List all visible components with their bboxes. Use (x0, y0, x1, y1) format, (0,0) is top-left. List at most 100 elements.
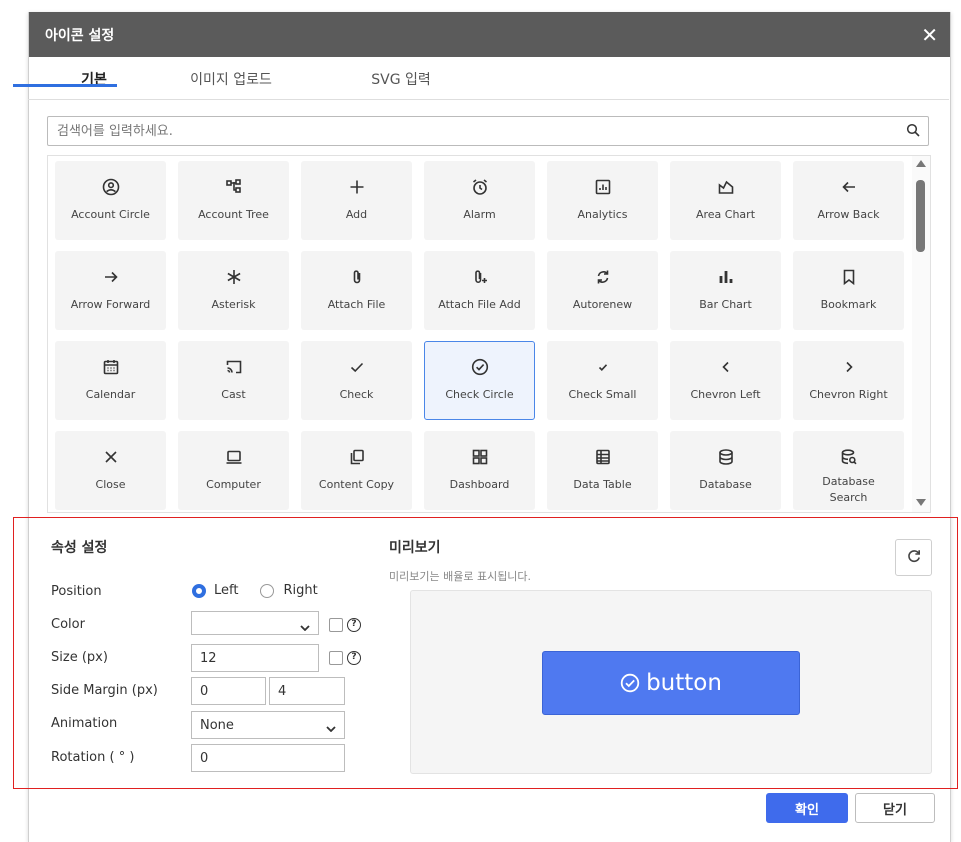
icon-grid-item[interactable]: Chevron Left (670, 341, 781, 420)
check-small-icon (593, 356, 613, 378)
icon-grid-scrollbar[interactable] (912, 156, 930, 512)
side-margin-right-input[interactable]: 4 (269, 677, 345, 705)
size-value: 12 (200, 650, 217, 666)
scroll-up-arrow-icon[interactable] (916, 160, 926, 167)
icon-grid-item-label: Close (95, 478, 126, 491)
icon-grid-item-label: Database (699, 478, 752, 491)
icon-grid-item[interactable]: Computer (178, 431, 289, 510)
preview-button[interactable]: button (542, 651, 800, 715)
icon-grid-item-label: Analytics (577, 208, 628, 221)
close-icon (101, 446, 121, 468)
icon-grid-item[interactable]: Chevron Right (793, 341, 904, 420)
icon-grid-item[interactable]: Close (55, 431, 166, 510)
icon-grid-item[interactable]: Cast (178, 341, 289, 420)
icon-grid-item[interactable]: Account Circle (55, 161, 166, 240)
icon-grid-item[interactable]: Add (301, 161, 412, 240)
tab-image-upload[interactable]: 이미지 업로드 (169, 69, 293, 89)
icon-grid-item-label: Data Table (573, 478, 632, 491)
side-margin-right-value: 4 (278, 683, 287, 699)
icon-grid-item[interactable]: Calendar (55, 341, 166, 420)
rotation-input[interactable]: 0 (191, 744, 345, 772)
attach-file-icon (347, 266, 367, 288)
icon-grid-item[interactable]: Arrow Back (793, 161, 904, 240)
icon-grid-item-label: Check Circle (445, 388, 514, 401)
analytics-icon (593, 176, 613, 198)
icon-grid-item[interactable]: Check (301, 341, 412, 420)
arrow-forward-icon (101, 266, 121, 288)
icon-grid-item[interactable]: Alarm (424, 161, 535, 240)
bar-chart-icon (716, 266, 736, 288)
icon-grid-item[interactable]: Bar Chart (670, 251, 781, 330)
bookmark-icon (839, 266, 859, 288)
icon-grid-item-label: Add (345, 208, 368, 221)
icon-grid-item[interactable]: Dashboard (424, 431, 535, 510)
database-icon (716, 446, 736, 468)
position-right-radio[interactable] (260, 583, 275, 598)
side-margin-left-input[interactable]: 0 (191, 677, 266, 705)
account-tree-icon (224, 176, 244, 198)
chevron-down-icon (326, 721, 336, 736)
icon-grid-item[interactable]: Database Search (793, 431, 904, 510)
search-input[interactable] (55, 117, 899, 145)
color-label: Color (51, 617, 85, 632)
icon-grid-item[interactable]: Check Small (547, 341, 658, 420)
icon-grid: Account Circle Account Tree Add Alarm Analyt… (55, 161, 904, 510)
check-circle-icon (620, 673, 640, 693)
refresh-button[interactable] (895, 539, 932, 576)
size-input[interactable]: 12 (191, 644, 319, 672)
search-icon[interactable] (906, 122, 920, 141)
icon-grid-item-label: Arrow Back (817, 208, 880, 221)
rotation-value: 0 (200, 750, 209, 766)
icon-grid-item[interactable]: Asterisk (178, 251, 289, 330)
icon-grid-item[interactable]: Content Copy (301, 431, 412, 510)
color-checkbox[interactable] (329, 618, 343, 632)
confirm-button[interactable]: 확인 (766, 793, 848, 823)
icon-grid-item[interactable]: Check Circle (424, 341, 535, 420)
side-margin-label: Side Margin (px) (51, 683, 158, 698)
autorenew-icon (593, 266, 613, 288)
scroll-down-arrow-icon[interactable] (916, 499, 926, 506)
icon-grid-item[interactable]: Arrow Forward (55, 251, 166, 330)
icon-grid-item-label: Check Small (568, 388, 637, 401)
icon-grid-item[interactable]: Attach File (301, 251, 412, 330)
icon-grid-item[interactable]: Account Tree (178, 161, 289, 240)
close-button[interactable]: 닫기 (855, 793, 935, 823)
icon-grid-item-label: Cast (221, 388, 246, 401)
icon-grid-item[interactable]: Data Table (547, 431, 658, 510)
icon-search-box (47, 116, 929, 146)
dialog-titlebar: 아이콘 설정 ✕ (29, 12, 950, 57)
color-help-icon[interactable]: ? (347, 618, 361, 632)
icon-grid-item[interactable]: Analytics (547, 161, 658, 240)
icon-grid-item-label: Chevron Left (690, 388, 761, 401)
icon-grid-item[interactable]: Database (670, 431, 781, 510)
size-help-icon[interactable]: ? (347, 651, 361, 665)
scrollbar-thumb[interactable] (916, 180, 925, 252)
icon-grid-item-label: Autorenew (572, 298, 633, 311)
icon-grid-item[interactable]: Attach File Add (424, 251, 535, 330)
icon-grid-item-label: Arrow Forward (70, 298, 151, 311)
icon-grid-panel: Account Circle Account Tree Add Alarm Analyt… (47, 155, 931, 513)
tab-bar: 기본 이미지 업로드 SVG 입력 (29, 59, 950, 109)
database-search-icon (839, 446, 859, 468)
size-checkbox[interactable] (329, 651, 343, 665)
close-icon[interactable]: ✕ (921, 25, 938, 45)
color-select[interactable] (191, 611, 319, 635)
icon-grid-item-label: Computer (206, 478, 261, 491)
refresh-icon (906, 548, 922, 568)
icon-grid-item[interactable]: Autorenew (547, 251, 658, 330)
animation-select[interactable]: None (191, 711, 345, 739)
position-left-radio[interactable] (192, 583, 206, 598)
data-table-icon (593, 446, 613, 468)
computer-icon (224, 446, 244, 468)
arrow-back-icon (839, 176, 859, 198)
position-left-label: Left (214, 583, 239, 598)
icon-grid-item-label: Asterisk (211, 298, 256, 311)
position-radio-group: Left Right (192, 583, 318, 598)
check-icon (347, 356, 367, 378)
asterisk-icon (224, 266, 244, 288)
tab-svg-input[interactable]: SVG 입력 (351, 69, 451, 89)
side-margin-left-value: 0 (200, 683, 209, 699)
icon-grid-item[interactable]: Area Chart (670, 161, 781, 240)
animation-label: Animation (51, 716, 118, 731)
icon-grid-item[interactable]: Bookmark (793, 251, 904, 330)
